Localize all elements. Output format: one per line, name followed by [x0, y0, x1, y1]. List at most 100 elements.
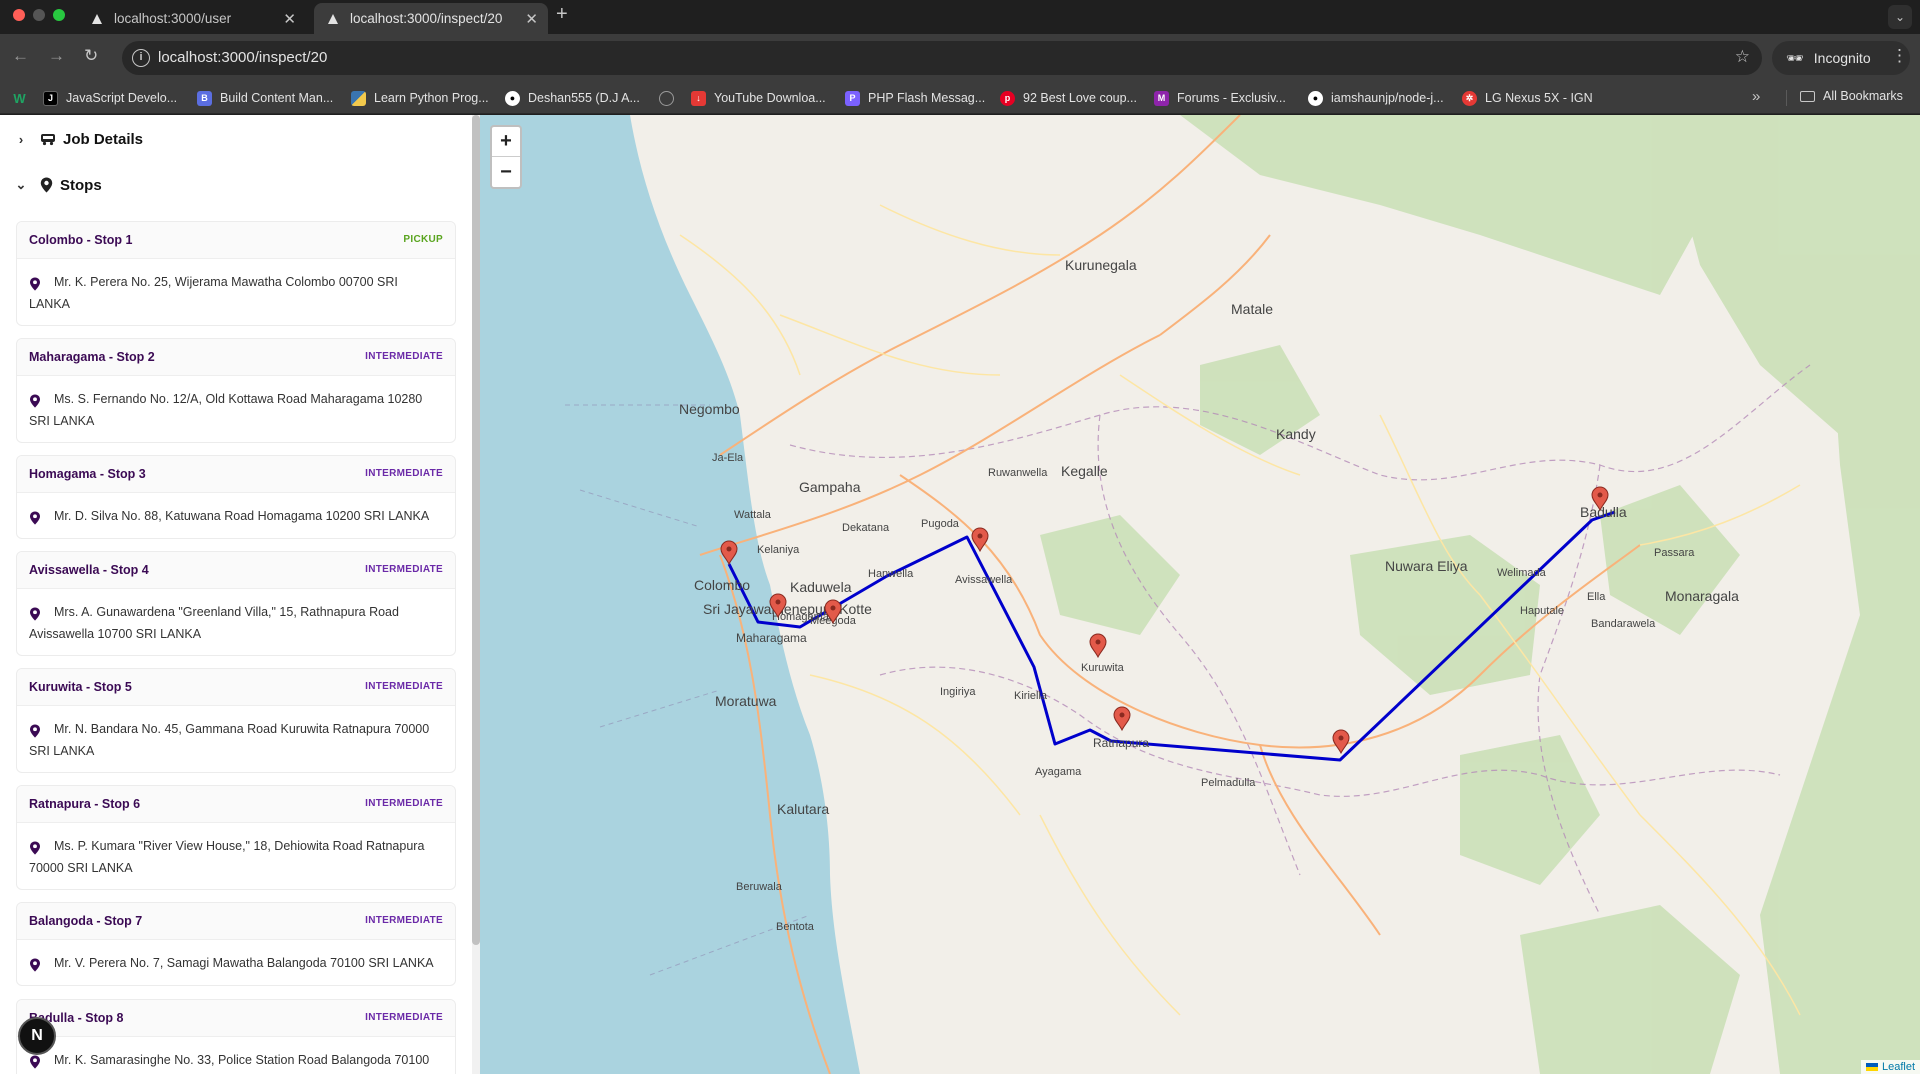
- zoom-out-button[interactable]: −: [492, 157, 520, 187]
- tab-inspect[interactable]: localhost:3000/inspect/20 ✕: [314, 3, 548, 34]
- forward-button[interactable]: →: [48, 46, 65, 66]
- map-canvas[interactable]: Kurunegala Matale Kandy Kegalle Negombo …: [480, 115, 1920, 1074]
- bookmark-item[interactable]: ● Deshan555 (D.J A...: [505, 89, 640, 107]
- reload-button[interactable]: ↻: [84, 46, 98, 66]
- ukraine-flag-icon: [1865, 1063, 1878, 1071]
- stop-title: Homagama - Stop 3: [29, 467, 146, 481]
- all-bookmarks-button[interactable]: All Bookmarks: [1800, 89, 1903, 103]
- site-info-icon[interactable]: i: [132, 49, 150, 67]
- bookmark-item[interactable]: M Forums - Exclusiv...: [1154, 89, 1286, 107]
- chevron-down-icon: ⌄: [15, 177, 27, 192]
- chevron-right-icon: ›: [18, 131, 24, 147]
- stop-card-body: Ms. P. Kumara "River View House," 18, De…: [17, 823, 455, 891]
- place-label: Colombo: [694, 577, 750, 593]
- map-marker-icon[interactable]: [1113, 706, 1131, 732]
- bookmark-item[interactable]: Learn Python Prog...: [351, 89, 489, 107]
- stop-card-header: Kuruwita - Stop 5 INTERMEDIATE: [17, 669, 455, 706]
- stop-card-header: Colombo - Stop 1 PICKUP: [17, 222, 455, 259]
- bookmark-label: Deshan555 (D.J A...: [528, 91, 640, 105]
- tab-user[interactable]: localhost:3000/user ✕: [78, 3, 306, 34]
- place-label: Negombo: [679, 401, 740, 417]
- tab-search-button[interactable]: ⌄: [1888, 5, 1912, 29]
- triangle-icon: [326, 12, 340, 26]
- stop-title: Colombo - Stop 1: [29, 233, 133, 247]
- menu-icon[interactable]: ⋮: [1891, 46, 1908, 66]
- window-close-button[interactable]: [13, 9, 25, 21]
- address-bar[interactable]: i localhost:3000/inspect/20 ☆: [122, 41, 1762, 75]
- ign-icon: ✲: [1462, 90, 1477, 106]
- stop-card-header: Homagama - Stop 3 INTERMEDIATE: [17, 456, 455, 493]
- close-icon[interactable]: ✕: [525, 10, 538, 28]
- stop-address: Mr. N. Bandara No. 45, Gammana Road Kuru…: [29, 722, 430, 758]
- bookmark-item[interactable]: ✲ LG Nexus 5X - IGN: [1462, 89, 1593, 107]
- bookmark-star-icon[interactable]: ☆: [1735, 47, 1750, 67]
- map-marker-icon[interactable]: [1089, 633, 1107, 659]
- globe-icon: [659, 90, 674, 106]
- stop-card[interactable]: Maharagama - Stop 2 INTERMEDIATE Ms. S. Fe…: [16, 338, 456, 443]
- stop-card[interactable]: Ratnapura - Stop 6 INTERMEDIATE Ms. P. Kum…: [16, 785, 456, 890]
- map-pin-icon: [29, 840, 41, 862]
- map-pin-icon: [29, 510, 41, 532]
- stop-card[interactable]: Kuruwita - Stop 5 INTERMEDIATE Mr. N. Band…: [16, 668, 456, 773]
- bookmark-label: JavaScript Develo...: [66, 91, 178, 105]
- download-icon: ↓: [691, 90, 706, 106]
- bookmark-item[interactable]: p 92 Best Love coup...: [1000, 89, 1137, 107]
- w-icon: W: [13, 90, 26, 106]
- more-bookmarks-button[interactable]: »: [1752, 88, 1760, 105]
- map-marker-icon[interactable]: [1332, 729, 1350, 755]
- route-map[interactable]: Kurunegala Matale Kandy Kegalle Negombo …: [480, 115, 1920, 1074]
- bookmark-item[interactable]: P PHP Flash Messag...: [845, 89, 985, 107]
- back-button[interactable]: ←: [12, 46, 29, 66]
- triangle-icon: [90, 12, 104, 26]
- bookmark-item[interactable]: [659, 89, 682, 107]
- job-details-toggle[interactable]: › Job Details: [14, 124, 143, 154]
- incognito-button[interactable]: 🕶 Incognito: [1772, 41, 1910, 75]
- bookmark-item[interactable]: W: [12, 89, 35, 107]
- map-attribution[interactable]: Leaflet: [1860, 1060, 1920, 1074]
- stop-type-badge: INTERMEDIATE: [365, 468, 443, 479]
- stop-card[interactable]: Colombo - Stop 1 PICKUP Mr. K. Perera No. …: [16, 221, 456, 326]
- stop-card[interactable]: Avissawella - Stop 4 INTERMEDIATE Mrs. A. …: [16, 551, 456, 656]
- place-label: Beruwala: [736, 881, 783, 893]
- stop-title: Avissawella - Stop 4: [29, 563, 149, 577]
- stop-type-badge: INTERMEDIATE: [365, 564, 443, 575]
- attribution-link[interactable]: Leaflet: [1882, 1061, 1915, 1073]
- window-maximize-button[interactable]: [53, 9, 65, 21]
- bookmark-item[interactable]: ● iamshaunjp/node-j...: [1308, 89, 1444, 107]
- bookmark-item[interactable]: B Build Content Man...: [197, 89, 333, 107]
- place-label: Pelmadulla: [1201, 777, 1256, 789]
- stop-card-body: Mr. V. Perera No. 7, Samagi Mawatha Bala…: [17, 940, 455, 986]
- map-marker-icon[interactable]: [971, 527, 989, 553]
- place-label: Matale: [1231, 301, 1273, 317]
- new-tab-button[interactable]: +: [556, 3, 568, 26]
- zoom-in-button[interactable]: +: [492, 127, 520, 157]
- python-icon: [351, 90, 366, 106]
- stop-type-badge: INTERMEDIATE: [365, 798, 443, 809]
- bookmark-label: YouTube Downloa...: [714, 91, 826, 105]
- bookmark-item[interactable]: J JavaScript Develo...: [43, 89, 177, 107]
- bookmark-item[interactable]: ↓ YouTube Downloa...: [691, 89, 826, 107]
- folder-icon: [1800, 90, 1815, 102]
- avatar[interactable]: N: [18, 1017, 56, 1055]
- js-icon: J: [43, 90, 58, 106]
- stops-toggle[interactable]: ⌄ Stops: [14, 170, 102, 200]
- stop-card[interactable]: Balangoda - Stop 7 INTERMEDIATE Mr. V. Per…: [16, 902, 456, 986]
- window-minimize-button[interactable]: [33, 9, 45, 21]
- stop-address: Mr. K. Samarasinghe No. 33, Police Stati…: [54, 1053, 430, 1067]
- sidebar-scrollbar-thumb[interactable]: [472, 115, 480, 945]
- stop-card-header: Avissawella - Stop 4 INTERMEDIATE: [17, 552, 455, 589]
- url-text: localhost:3000/inspect/20: [158, 49, 328, 66]
- map-pin-icon: [29, 723, 41, 745]
- place-label: Kiriella: [1014, 690, 1048, 702]
- place-label: Monaragala: [1665, 588, 1739, 604]
- close-icon[interactable]: ✕: [283, 10, 296, 28]
- m-icon: M: [1154, 90, 1169, 106]
- stop-type-badge: INTERMEDIATE: [365, 681, 443, 692]
- stop-title: Kuruwita - Stop 5: [29, 680, 132, 694]
- job-details-label: Job Details: [63, 130, 144, 148]
- place-label: Pugoda: [921, 518, 960, 530]
- stop-card[interactable]: Homagama - Stop 3 INTERMEDIATE Mr. D. Silv…: [16, 455, 456, 539]
- stop-card[interactable]: Badulla - Stop 8 INTERMEDIATE Mr. K. Samar…: [16, 999, 456, 1074]
- place-label: Haputale: [1520, 605, 1564, 617]
- stop-type-badge: PICKUP: [403, 234, 443, 245]
